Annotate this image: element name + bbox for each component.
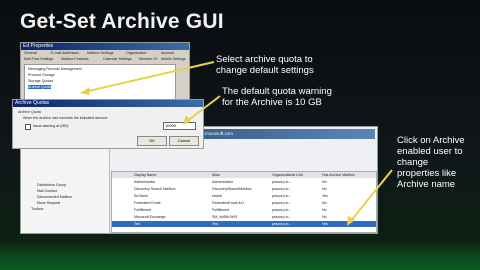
cell-alias: ebanti xyxy=(212,194,222,198)
cell-ou: psscorp.lo... xyxy=(272,208,292,212)
tree-item[interactable]: Distribution Group xyxy=(37,183,66,187)
cell-archive: Yes xyxy=(322,222,328,226)
tab-mobile[interactable]: Mobile Settings xyxy=(161,57,186,61)
table-row[interactable]: Microsoft Exchange SM_4d95b7e53 psscorp.lo… xyxy=(112,214,376,220)
cell-alias: Administrator xyxy=(212,180,234,184)
cell-ou: psscorp.lo... xyxy=(272,222,292,226)
warning-checkbox[interactable] xyxy=(25,124,31,130)
cell-alias: FederatedEmail.4c1 xyxy=(212,201,245,205)
table-row[interactable]: Fullfillment Fullfillment psscorp.lo... No xyxy=(112,207,376,213)
archive-quota-dialog: Archive Quotas Archive Quota When the ar… xyxy=(12,99,204,149)
tree-item[interactable]: Disconnected Mailbox xyxy=(37,195,72,199)
tab-organization[interactable]: Organization xyxy=(126,51,146,55)
col-archive[interactable]: Has Archive Mailbox xyxy=(322,173,355,177)
cell-archive: Yes xyxy=(322,194,328,198)
cell-name: Federated Email xyxy=(134,201,161,205)
list-item[interactable]: Storage Quotas xyxy=(28,79,53,83)
tab-member-of[interactable]: Member Of xyxy=(139,57,157,61)
col-ou[interactable]: Organizational Unit xyxy=(272,173,303,177)
ok-button[interactable]: OK xyxy=(137,136,167,146)
list-item-archive-quota[interactable]: Archive Quota xyxy=(28,85,51,89)
cell-name: Fullfillment xyxy=(134,208,152,212)
dialog-titlebar: Archive Quotas xyxy=(13,100,203,107)
quota-input[interactable]: 10000 xyxy=(163,122,196,130)
cell-name: Discovery Search Mailbox xyxy=(134,187,176,191)
cell-ou: psscorp.lo... xyxy=(272,201,292,205)
note-select-quota: Select archive quota to change default s… xyxy=(216,54,314,76)
tab-email[interactable]: E-mail Addresses xyxy=(51,51,79,55)
col-name[interactable]: Display Name xyxy=(134,173,156,177)
cell-ou: psscorp.lo... xyxy=(272,180,292,184)
table-header: Display Name Alias Organizational Unit H… xyxy=(112,172,376,178)
table-row[interactable]: Discovery Search Mailbox DiscoverySearchM… xyxy=(112,186,376,192)
cell-archive: No xyxy=(322,187,327,191)
when-label: When the archive size exceeds the indica… xyxy=(23,116,109,120)
cancel-button[interactable]: Cancel xyxy=(169,136,199,146)
properties-titlebar: Ed Properties xyxy=(21,43,189,50)
bottom-band xyxy=(0,240,480,270)
list-item[interactable]: Messaging Records Management xyxy=(28,67,82,71)
tree-item[interactable]: Mail Contact xyxy=(37,189,57,193)
tab-calendar[interactable]: Calendar Settings xyxy=(103,57,132,61)
col-alias[interactable]: Alias xyxy=(212,173,220,177)
table-row[interactable]: Ted Ted psscorp.lo... Yes xyxy=(112,221,376,227)
table-row[interactable]: Federated Email FederatedEmail.4c1 psscorp… xyxy=(112,200,376,206)
cell-ou: psscorp.lo... xyxy=(272,187,292,191)
note-click-on: Click on Archive enabled user to change … xyxy=(397,135,465,190)
cell-alias: DiscoverySearchMailbox xyxy=(212,187,252,191)
cell-alias: Fullfillment xyxy=(212,208,230,212)
note-default-quota: The default quota warning for the Archiv… xyxy=(222,86,332,108)
cell-ou: psscorp.lo... xyxy=(272,194,292,198)
tab-general[interactable]: General xyxy=(24,51,37,55)
list-item[interactable]: Protocol Storage xyxy=(28,73,55,77)
recipient-table: Display Name Alias Organizational Unit H… xyxy=(111,171,377,233)
cell-archive: No xyxy=(322,215,327,219)
cell-alias: SM_4d95b7e53 xyxy=(212,215,238,219)
tree-item[interactable]: Move Request xyxy=(37,201,60,205)
table-row[interactable]: Administrator Administrator psscorp.lo... N… xyxy=(112,179,376,185)
checkbox-label: Issue warning at (MB): xyxy=(33,124,69,128)
cell-archive: No xyxy=(322,201,327,205)
cell-name: Microsoft Exchange xyxy=(134,215,166,219)
tab-mail-flow[interactable]: Mail Flow Settings xyxy=(24,57,53,61)
tree-item[interactable]: Toolbox xyxy=(31,207,43,211)
table-row[interactable]: Ed Banti ebanti psscorp.lo... Yes xyxy=(112,193,376,199)
tab-mailbox-features[interactable]: Mailbox Features xyxy=(61,57,89,61)
cell-alias: Ted xyxy=(212,222,218,226)
properties-window: Ed Properties General E-mail Addresses M… xyxy=(20,42,190,106)
tab-mailbox-settings[interactable]: Mailbox Settings xyxy=(87,51,113,55)
cell-name: Ted xyxy=(134,222,140,226)
cell-archive: No xyxy=(322,180,327,184)
section-label: Archive Quota xyxy=(18,110,41,114)
cell-name: Administrator xyxy=(134,180,156,184)
feature-list: Messaging Records Management Protocol St… xyxy=(24,64,176,104)
slide-title: Get-Set Archive GUI xyxy=(20,10,224,33)
cell-name: Ed Banti xyxy=(134,194,148,198)
cell-archive: No xyxy=(322,208,327,212)
cell-ou: psscorp.lo... xyxy=(272,215,292,219)
tab-account[interactable]: Account xyxy=(161,51,174,55)
